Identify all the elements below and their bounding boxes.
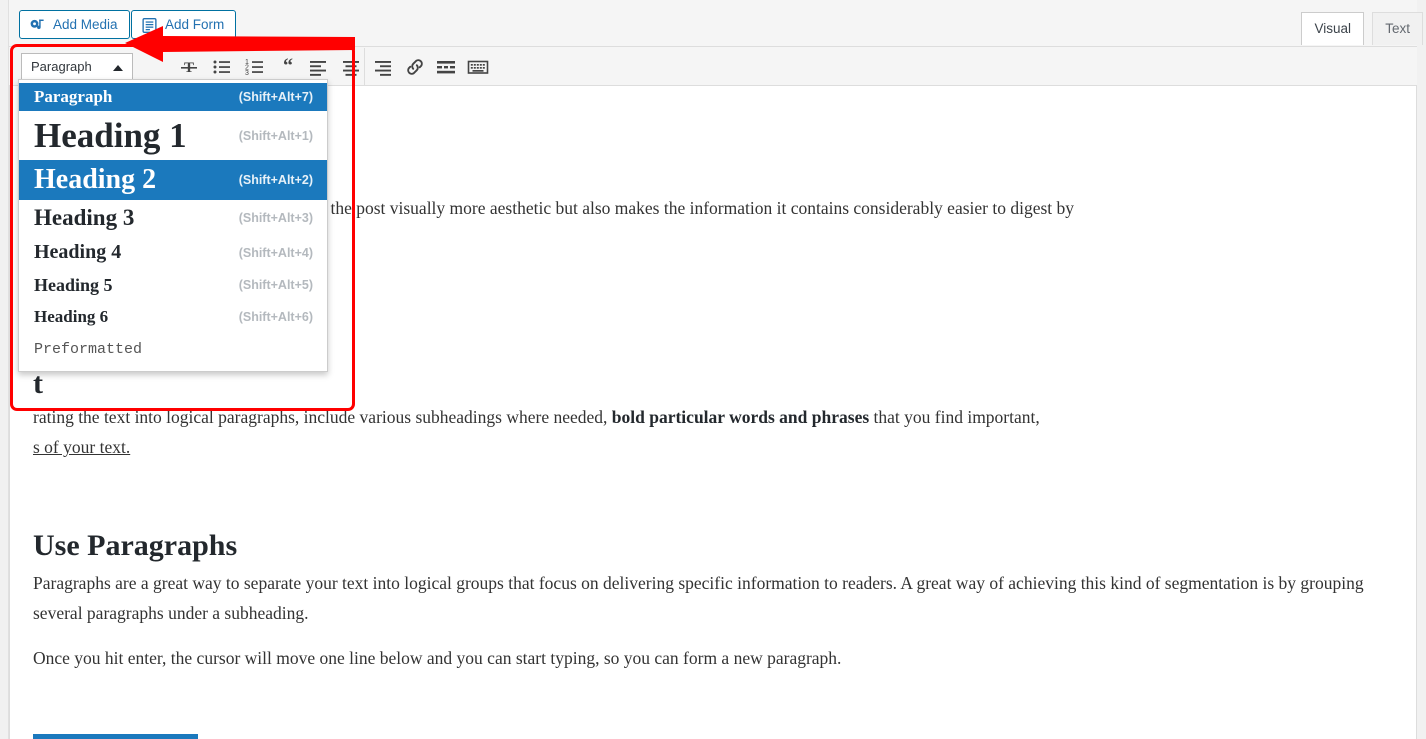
format-menu-label: Paragraph xyxy=(34,87,112,107)
bulleted-list-icon[interactable] xyxy=(210,55,234,79)
format-menu-item-heading-4[interactable]: Heading 4 (Shift+Alt+4) xyxy=(19,236,327,269)
numbered-list-icon[interactable]: 1 2 3 xyxy=(243,55,267,79)
format-menu-item-heading-3[interactable]: Heading 3 (Shift+Alt+3) xyxy=(19,200,327,236)
add-form-label: Add Form xyxy=(165,11,224,38)
selected-subheading-text[interactable]: A new Subheading xyxy=(33,734,198,739)
format-select-button[interactable]: Paragraph xyxy=(21,53,133,81)
format-menu-item-heading-2[interactable]: Heading 2 (Shift+Alt+2) xyxy=(19,160,327,200)
align-left-icon[interactable] xyxy=(306,55,330,79)
paragraph-format-pre: rating the text into logical paragraphs,… xyxy=(33,407,612,427)
format-menu-label: Heading 2 xyxy=(34,164,156,196)
chevron-up-icon xyxy=(113,65,123,71)
format-menu-label: Heading 1 xyxy=(34,116,187,156)
tab-visual[interactable]: Visual xyxy=(1301,12,1364,45)
format-menu-item-heading-6[interactable]: Heading 6 (Shift+Alt+6) xyxy=(19,301,327,333)
format-menu-label: Heading 6 xyxy=(34,307,108,327)
format-menu-item-paragraph[interactable]: Paragraph (Shift+Alt+7) xyxy=(19,83,327,111)
format-menu-shortcut: (Shift+Alt+7) xyxy=(229,90,313,104)
format-menu-shortcut: (Shift+Alt+2) xyxy=(229,173,313,187)
paragraph-format-link[interactable]: s of your text. xyxy=(33,437,130,457)
paragraph-format-post: that you find important, xyxy=(869,407,1040,427)
align-center-icon[interactable] xyxy=(339,55,363,79)
add-media-label: Add Media xyxy=(53,11,118,38)
blockquote-icon[interactable]: “ xyxy=(276,55,300,79)
svg-text:“: “ xyxy=(283,55,293,77)
paragraph-format: rating the text into logical paragraphs,… xyxy=(33,402,1403,462)
format-menu-item-heading-5[interactable]: Heading 5 (Shift+Alt+5) xyxy=(19,269,327,301)
read-more-icon[interactable] xyxy=(434,55,458,79)
format-dropdown-menu[interactable]: Paragraph (Shift+Alt+7) Heading 1 (Shift… xyxy=(18,79,328,372)
format-menu-shortcut: (Shift+Alt+3) xyxy=(229,211,313,225)
paragraph-format-bold: bold particular words and phrases xyxy=(612,407,869,427)
tab-text[interactable]: Text xyxy=(1372,12,1423,45)
svg-text:3: 3 xyxy=(245,70,249,77)
format-menu-shortcut: (Shift+Alt+4) xyxy=(229,246,313,260)
format-menu-item-preformatted[interactable]: Preformatted xyxy=(19,333,327,365)
align-right-icon[interactable] xyxy=(371,55,395,79)
insert-link-icon[interactable] xyxy=(403,55,427,79)
media-toolbar: Add Media Add Form xyxy=(9,0,1417,46)
format-menu-shortcut: (Shift+Alt+5) xyxy=(229,278,313,292)
paragraph-use-paragraphs: Paragraphs are a great way to separate y… xyxy=(33,568,1383,628)
add-media-button[interactable]: Add Media xyxy=(19,10,130,39)
heading-use-paragraphs: Use Paragraphs xyxy=(33,529,237,563)
format-menu-label: Heading 3 xyxy=(34,205,134,231)
format-menu-item-heading-1[interactable]: Heading 1 (Shift+Alt+1) xyxy=(19,111,327,160)
paragraph-enter: Once you hit enter, the cursor will move… xyxy=(33,643,1383,673)
add-form-icon xyxy=(141,16,158,33)
format-menu-label: Heading 5 xyxy=(34,275,113,296)
left-gutter xyxy=(0,0,9,739)
format-select-value: Paragraph xyxy=(31,59,92,74)
strikethrough-icon[interactable]: T xyxy=(177,55,201,79)
toolbar-separator xyxy=(364,48,365,86)
format-menu-shortcut: (Shift+Alt+1) xyxy=(229,129,313,143)
add-media-icon xyxy=(29,16,46,33)
heading-format: t xyxy=(33,367,43,401)
format-menu-shortcut: (Shift+Alt+6) xyxy=(229,310,313,324)
format-menu-label: Preformatted xyxy=(34,341,142,358)
toolbar-toggle-icon[interactable] xyxy=(466,55,490,79)
add-form-button[interactable]: Add Form xyxy=(131,10,236,39)
format-menu-label: Heading 4 xyxy=(34,241,121,264)
